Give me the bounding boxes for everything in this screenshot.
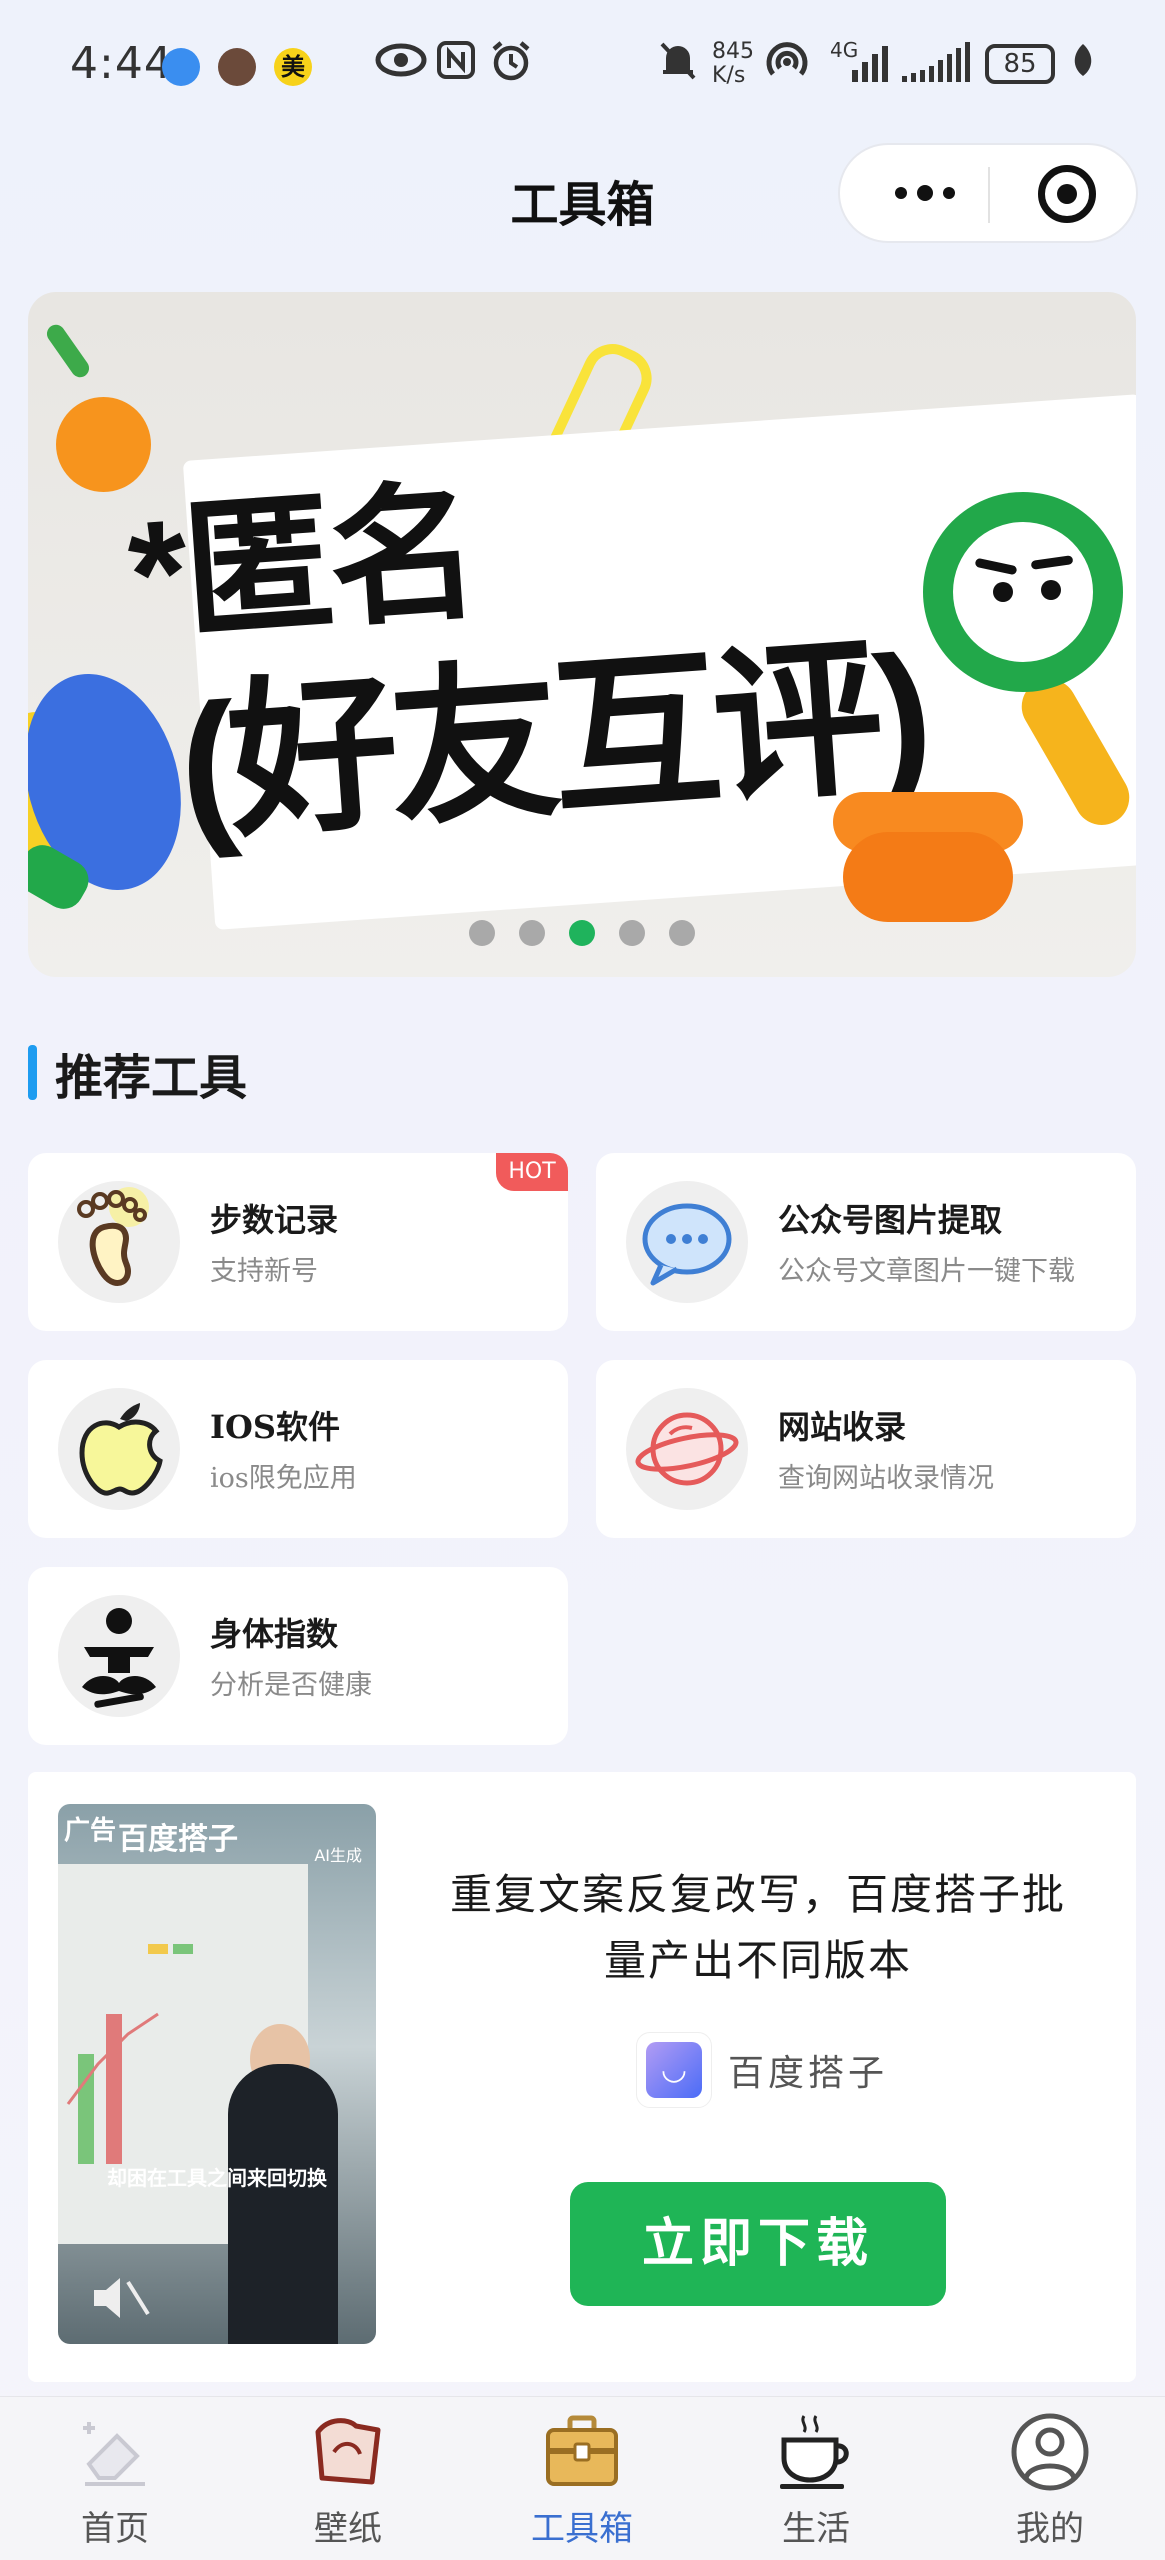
meditation-icon <box>58 1595 180 1717</box>
planet-icon <box>626 1388 748 1510</box>
signal-icon <box>832 40 892 94</box>
tab-wallpaper[interactable]: 壁纸 <box>248 2409 448 2559</box>
tool-card-body-index[interactable]: 身体指数 分析是否健康 <box>28 1567 568 1745</box>
carousel-dot[interactable] <box>519 920 545 946</box>
meituan-notification-icon: 美 <box>274 48 312 86</box>
carousel-dot-active[interactable] <box>569 920 595 946</box>
status-bar: 4:44 美 845 K/s 4G 85 <box>0 0 1165 135</box>
tool-description: 查询网站收录情况 <box>778 1463 994 1494</box>
network-speed-unit: K/s <box>712 63 746 88</box>
tool-description: 分析是否健康 <box>210 1670 372 1701</box>
banner-carousel[interactable]: *匿名 (好友互评) <box>28 292 1136 977</box>
eye-left <box>993 582 1013 602</box>
chat-bubble-icon <box>626 1181 748 1303</box>
tool-card-site-indexing[interactable]: 网站收录 查询网站收录情况 <box>596 1360 1136 1538</box>
status-time: 4:44 <box>70 38 173 89</box>
more-dot-icon <box>917 185 933 201</box>
alarm-icon <box>490 40 532 92</box>
ad-video-brand: 百度搭子 <box>118 1822 238 1857</box>
more-dot-icon <box>895 187 907 199</box>
carousel-indicators <box>28 920 1136 946</box>
network-speed-value: 845 <box>712 39 754 64</box>
signal-2-icon <box>900 40 975 94</box>
presenter <box>228 2064 338 2344</box>
tab-label: 首页 <box>81 2509 149 2549</box>
tool-card-article-image-extract[interactable]: 公众号图片提取 公众号文章图片一键下载 <box>596 1153 1136 1331</box>
tab-home[interactable]: 首页 <box>15 2409 215 2559</box>
more-button[interactable] <box>880 173 970 213</box>
ad-brand-logo: ◡ <box>636 2032 712 2108</box>
leaf-decoration <box>43 321 93 381</box>
tool-description: ios限免应用 <box>210 1463 357 1494</box>
tool-card-step-record[interactable]: 步数记录 支持新号 HOT <box>28 1153 568 1331</box>
tab-toolbox[interactable]: 工具箱 <box>482 2409 682 2559</box>
close-target-button[interactable] <box>1038 165 1096 223</box>
tool-description: 公众号文章图片一键下载 <box>778 1256 1075 1287</box>
tab-label: 我的 <box>1016 2509 1084 2549</box>
brow-right <box>1030 555 1074 570</box>
ad-video-caption: 却困在工具之间来回切换 <box>107 2166 327 2190</box>
download-button[interactable]: 立即下载 <box>570 2182 946 2306</box>
apple-icon <box>58 1388 180 1510</box>
ad-headline: 重复文案反复改写，百度搭子批量产出不同版本 <box>449 1870 1066 1985</box>
tool-card-ios-apps[interactable]: IOS软件 ios限免应用 <box>28 1360 568 1538</box>
ad-video[interactable]: 广告 百度搭子 AI生成 却困在工具之间来回切换 <box>58 1804 376 2344</box>
advertisement-card[interactable]: 广告 百度搭子 AI生成 却困在工具之间来回切换 重复文案反复改写，百度搭子批量… <box>28 1772 1136 2382</box>
hotspot-icon <box>765 40 809 92</box>
user-icon <box>1005 2409 1095 2494</box>
tab-label: 工具箱 <box>531 2509 633 2549</box>
ad-brand-name: 百度搭子 <box>728 2053 889 2094</box>
section-accent-bar <box>28 1045 37 1100</box>
toolbox-icon <box>537 2409 627 2494</box>
eye-icon <box>375 40 427 90</box>
qq-notification-icon <box>162 48 200 86</box>
capsule-divider <box>988 167 990 223</box>
network-speed: 845 K/s <box>712 40 754 88</box>
mute-icon[interactable] <box>88 2274 152 2322</box>
tab-label: 壁纸 <box>314 2509 382 2549</box>
banner-headline-line2: (好友互评) <box>173 620 931 862</box>
home-eraser-icon <box>70 2409 160 2494</box>
tool-description: 支持新号 <box>210 1256 318 1287</box>
footprint-icon <box>58 1181 180 1303</box>
section-title: 推荐工具 <box>55 1050 248 1106</box>
tab-mine[interactable]: 我的 <box>950 2409 1150 2559</box>
orange-shape-decoration-2 <box>843 832 1013 922</box>
mini-program-capsule <box>838 143 1138 243</box>
smile-icon: ◡ <box>646 2042 702 2098</box>
brow-left <box>974 557 1018 576</box>
wallpaper-icon <box>303 2409 393 2494</box>
ai-generated-label: AI生成 <box>314 1846 362 1865</box>
tab-label: 生活 <box>782 2509 850 2549</box>
tool-name: 网站收录 <box>778 1408 907 1446</box>
mute-bell-icon <box>658 40 698 92</box>
tool-name: IOS软件 <box>210 1408 340 1446</box>
navigation-bar: 工具箱 <box>0 135 1165 260</box>
carousel-dot[interactable] <box>619 920 645 946</box>
hot-badge: HOT <box>496 1153 568 1191</box>
ad-label: 广告 <box>64 1816 117 1846</box>
eye-right <box>1041 580 1061 600</box>
more-dot-icon <box>943 187 955 199</box>
leaf-icon <box>1070 40 1096 90</box>
bottom-tab-bar: 首页 壁纸 工具箱 生活 我的 <box>0 2396 1165 2560</box>
nfc-icon <box>436 40 476 90</box>
carousel-dot[interactable] <box>669 920 695 946</box>
tool-name: 公众号图片提取 <box>778 1201 1003 1239</box>
carousel-dot[interactable] <box>469 920 495 946</box>
tab-life[interactable]: 生活 <box>716 2409 916 2559</box>
magnifier-face <box>953 522 1093 662</box>
tool-name: 步数记录 <box>210 1201 339 1239</box>
coffee-cup-icon <box>771 2409 861 2494</box>
battery-icon: 85 <box>985 44 1055 84</box>
avatar-notification-icon <box>218 48 256 86</box>
tool-name: 身体指数 <box>210 1615 339 1653</box>
